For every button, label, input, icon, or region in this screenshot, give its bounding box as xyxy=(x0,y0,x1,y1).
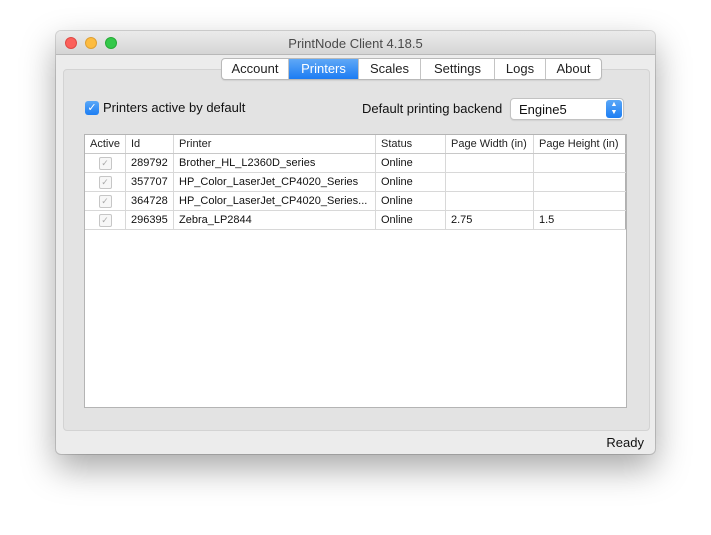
page-height[interactable] xyxy=(534,173,626,191)
printer-status: Online xyxy=(376,211,446,229)
page-height[interactable] xyxy=(534,154,626,172)
page-width[interactable]: 2.75 xyxy=(446,211,534,229)
table-row[interactable]: ✓ 357707 HP_Color_LaserJet_CP4020_Series… xyxy=(85,173,626,192)
printers-table: Active Id Printer Status Page Width (in)… xyxy=(84,134,627,408)
backend-select[interactable]: Engine5 ▲ ▼ xyxy=(510,98,624,120)
printers-active-checkbox[interactable]: ✓ xyxy=(85,100,99,115)
page-height[interactable]: 1.5 xyxy=(534,211,626,229)
page-height[interactable] xyxy=(534,192,626,210)
tab-account[interactable]: Account xyxy=(222,59,289,79)
active-checkbox[interactable]: ✓ xyxy=(98,175,112,189)
table-row[interactable]: ✓ 296395 Zebra_LP2844 Online 2.75 1.5 xyxy=(85,211,626,230)
column-header-page-width[interactable]: Page Width (in) xyxy=(446,135,534,153)
window-title: PrintNode Client 4.18.5 xyxy=(288,36,423,51)
backend-label: Default printing backend xyxy=(362,101,503,116)
page-width[interactable] xyxy=(446,154,534,172)
column-header-page-height[interactable]: Page Height (in) xyxy=(534,135,626,153)
page-width[interactable] xyxy=(446,173,534,191)
active-checkbox[interactable]: ✓ xyxy=(98,156,112,170)
backend-select-value: Engine5 xyxy=(519,102,567,117)
page-width[interactable] xyxy=(446,192,534,210)
tab-settings[interactable]: Settings xyxy=(421,59,495,79)
tab-printers[interactable]: Printers xyxy=(289,59,359,79)
tab-about[interactable]: About xyxy=(546,59,601,79)
printer-id: 296395 xyxy=(126,211,174,229)
printer-name: HP_Color_LaserJet_CP4020_Series... xyxy=(174,192,376,210)
select-arrows-icon: ▲ ▼ xyxy=(606,100,622,118)
column-header-active[interactable]: Active xyxy=(85,135,126,153)
tab-scales[interactable]: Scales xyxy=(359,59,421,79)
printer-id: 364728 xyxy=(126,192,174,210)
active-checkbox[interactable]: ✓ xyxy=(98,194,112,208)
status-text: Ready xyxy=(606,435,644,450)
printer-status: Online xyxy=(376,154,446,172)
tab-logs[interactable]: Logs xyxy=(495,59,546,79)
printer-id: 289792 xyxy=(126,154,174,172)
active-checkbox[interactable]: ✓ xyxy=(98,213,112,227)
printer-name: Brother_HL_L2360D_series xyxy=(174,154,376,172)
column-header-printer[interactable]: Printer xyxy=(174,135,376,153)
tab-bar: Account Printers Scales Settings Logs Ab… xyxy=(221,58,602,80)
app-window: PrintNode Client 4.18.5 Account Printers… xyxy=(56,31,655,454)
printers-active-option[interactable]: ✓ Printers active by default xyxy=(85,100,245,115)
column-header-id[interactable]: Id xyxy=(126,135,174,153)
table-row[interactable]: ✓ 364728 HP_Color_LaserJet_CP4020_Series… xyxy=(85,192,626,211)
printer-name: Zebra_LP2844 xyxy=(174,211,376,229)
table-row[interactable]: ✓ 289792 Brother_HL_L2360D_series Online xyxy=(85,154,626,173)
printer-status: Online xyxy=(376,173,446,191)
printer-name: HP_Color_LaserJet_CP4020_Series xyxy=(174,173,376,191)
printer-status: Online xyxy=(376,192,446,210)
printer-id: 357707 xyxy=(126,173,174,191)
title-bar: PrintNode Client 4.18.5 xyxy=(56,31,655,55)
column-header-status[interactable]: Status xyxy=(376,135,446,153)
table-header: Active Id Printer Status Page Width (in)… xyxy=(85,135,626,154)
printers-active-label: Printers active by default xyxy=(103,100,246,115)
